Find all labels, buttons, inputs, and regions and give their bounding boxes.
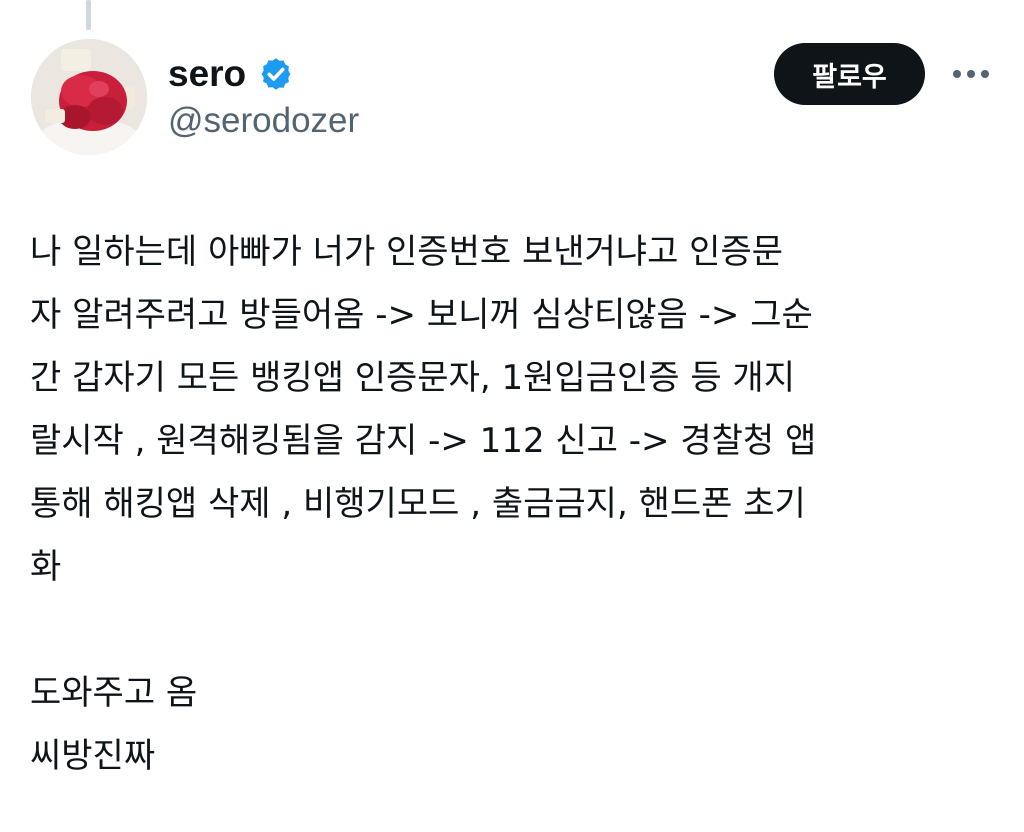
tweet-text-line: 도와주고 옴 [30,673,198,713]
avatar[interactable] [31,39,147,155]
author-handle[interactable]: @serodozer [168,100,359,142]
tweet-text-line: 통해 해킹앱 삭제 , 비행기모드 , 출금금지, 핸드폰 초기 [30,484,806,524]
more-horizontal-icon [953,70,989,78]
tweet-text-line: 간 갑자기 모든 뱅킹앱 인증문자, 1원입금인증 등 개지 [30,358,795,398]
thread-connector-line [86,0,91,30]
tweet-text: 나 일하는데 아빠가 너가 인증번호 보낸거냐고 인증문 자 알려주려고 방들어… [30,221,1010,788]
author-display-name[interactable]: sero [168,52,246,96]
follow-button[interactable]: 팔로우 [774,43,925,105]
verified-badge-icon [261,58,291,90]
tweet-text-line: 자 알려주려고 방들어옴 -> 보니꺼 심상티않음 -> 그순 [30,295,813,335]
tweet-text-line: 나 일하는데 아빠가 너가 인증번호 보낸거냐고 인증문 [30,232,784,272]
tweet-text-line: 씨방진짜 [30,736,156,776]
more-options-button[interactable] [946,56,996,92]
tweet-text-line: 랄시작 , 원격해킹됨을 감지 -> 112 신고 -> 경찰청 앱 [30,421,817,461]
avatar-photo [31,39,147,155]
tweet-text-line: 화 [30,547,62,587]
